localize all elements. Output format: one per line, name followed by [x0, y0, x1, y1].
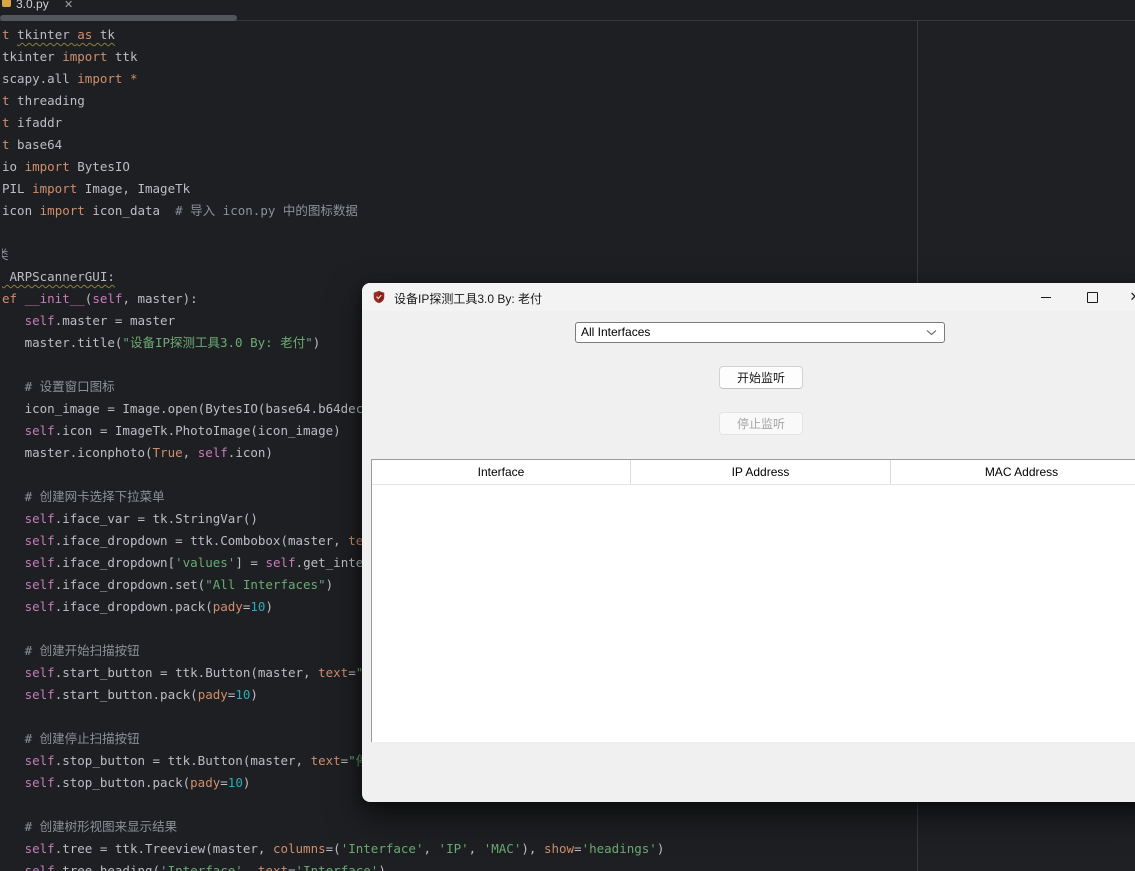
close-icon: ✕ [1130, 283, 1135, 311]
stop-listen-button[interactable]: 停止监听 [719, 412, 803, 435]
treeview-header: Interface IP Address MAC Address [372, 460, 1135, 485]
shield-icon [373, 290, 385, 304]
code-line: scapy.all import * [2, 71, 138, 86]
window-titlebar[interactable]: 设备IP探测工具3.0 By: 老付 ✕ [362, 283, 1135, 311]
code-line: t ifaddr [2, 115, 63, 130]
tab-close-icon[interactable]: ✕ [64, 0, 73, 11]
interface-combobox[interactable]: All Interfaces [575, 322, 945, 343]
code-line: io import BytesIO [2, 159, 130, 174]
python-file-icon [2, 0, 11, 7]
screen: 3.0.py ✕ t tkinter as tk tkinter import t… [0, 0, 1135, 871]
code-line: t base64 [2, 137, 63, 152]
maximize-icon [1086, 291, 1098, 303]
column-header[interactable]: Interface [372, 460, 631, 484]
start-listen-button[interactable]: 开始监听 [719, 366, 803, 389]
close-button[interactable]: ✕ [1112, 283, 1135, 311]
tab-3.0.py[interactable]: 3.0.py [16, 0, 49, 11]
column-header[interactable]: IP Address [631, 460, 891, 484]
app-window: 设备IP探测工具3.0 By: 老付 ✕ All Interfaces 开始监听… [362, 283, 1135, 802]
combobox-value: All Interfaces [581, 325, 651, 339]
results-treeview[interactable]: Interface IP Address MAC Address [371, 459, 1135, 742]
code-line: # 创建树形视图来显示结果 [2, 819, 178, 834]
minimize-button[interactable] [1023, 283, 1069, 311]
chevron-down-icon[interactable] [926, 329, 937, 336]
code-line: PIL import Image, ImageTk [2, 181, 191, 196]
code-line: 类 [2, 247, 9, 262]
minimize-icon [1041, 296, 1051, 298]
treeview-body [372, 485, 1135, 742]
column-header[interactable]: MAC Address [891, 460, 1135, 484]
maximize-button[interactable] [1069, 283, 1115, 311]
code-line: icon import icon_data # 导入 icon.py 中的图标数… [2, 203, 358, 218]
code-line: t tkinter as tk [2, 27, 115, 42]
code-line: tkinter import ttk [2, 49, 138, 64]
code-line: self.tree.heading('Interface', text='Int… [24, 863, 386, 871]
code-line: t threading [2, 93, 85, 108]
code-line: self.tree = ttk.Treeview(master, columns… [24, 841, 665, 856]
scrollbar-thumb[interactable] [0, 15, 237, 21]
window-title: 设备IP探测工具3.0 By: 老付 [394, 292, 543, 306]
